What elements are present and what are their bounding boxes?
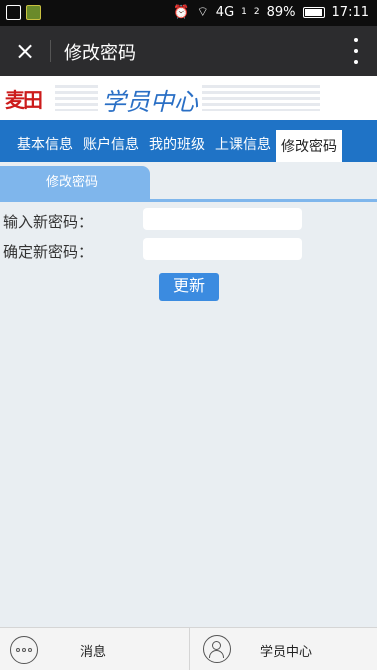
status-notifications [6, 5, 41, 20]
gallery-icon [6, 5, 21, 20]
nav-messages[interactable]: 消息 [0, 628, 188, 670]
confirm-password-label: 确定新密码： [3, 243, 94, 261]
confirm-password-input[interactable] [143, 238, 302, 260]
clock: 17:11 [331, 4, 369, 20]
page-title: 修改密码 [64, 43, 136, 64]
tab-account-info[interactable]: 账户信息 [78, 128, 144, 162]
sim1-indicator: 1 [241, 6, 247, 17]
sim2-indicator: 2 [253, 6, 260, 17]
section-divider [0, 199, 377, 202]
battery-icon [302, 6, 325, 18]
chat-icon [10, 636, 38, 664]
status-bar: ⏰ ⌔ 4G 1 2 89% 17:11 [0, 0, 377, 26]
tab-my-classes[interactable]: 我的班级 [144, 128, 210, 162]
banner-title: 学员中心 [98, 82, 202, 117]
title-divider [50, 40, 51, 62]
logo: 麦田 [5, 88, 43, 112]
tab-class-info[interactable]: 上课信息 [210, 128, 276, 162]
section-tab-change-password[interactable]: 修改密码 [0, 166, 150, 200]
tab-basic-info[interactable]: 基本信息 [12, 128, 78, 162]
nav-student-center[interactable]: 学员中心 [189, 628, 377, 670]
person-icon [203, 635, 231, 663]
title-bar: × 修改密码 [0, 26, 377, 76]
nav-messages-label: 消息 [80, 645, 107, 660]
more-options-icon[interactable] [349, 38, 363, 64]
alarm-icon: ⏰ [173, 4, 190, 20]
bottom-nav: 消息 学员中心 [0, 627, 377, 670]
wifi-icon: ⌔ [196, 5, 209, 20]
new-password-row: 输入新密码： [0, 208, 377, 234]
confirm-password-row: 确定新密码： [0, 238, 377, 264]
battery-percent: 89% [266, 4, 296, 20]
signal-type: 4G [215, 4, 235, 20]
nav-student-center-label: 学员中心 [260, 645, 313, 660]
close-icon[interactable]: × [10, 36, 40, 66]
section-header: 修改密码 [0, 162, 377, 204]
app-notification-icon [26, 5, 41, 20]
status-right: ⏰ ⌔ 4G 1 2 89% 17:11 [173, 4, 369, 21]
new-password-label: 输入新密码： [3, 213, 94, 231]
tab-change-password[interactable]: 修改密码 [276, 128, 342, 162]
update-button[interactable]: 更新 [159, 273, 219, 301]
new-password-input[interactable] [143, 208, 302, 230]
banner: 麦田 学员中心 [0, 76, 377, 120]
tab-bar: 基本信息 账户信息 我的班级 上课信息 修改密码 [0, 120, 377, 162]
